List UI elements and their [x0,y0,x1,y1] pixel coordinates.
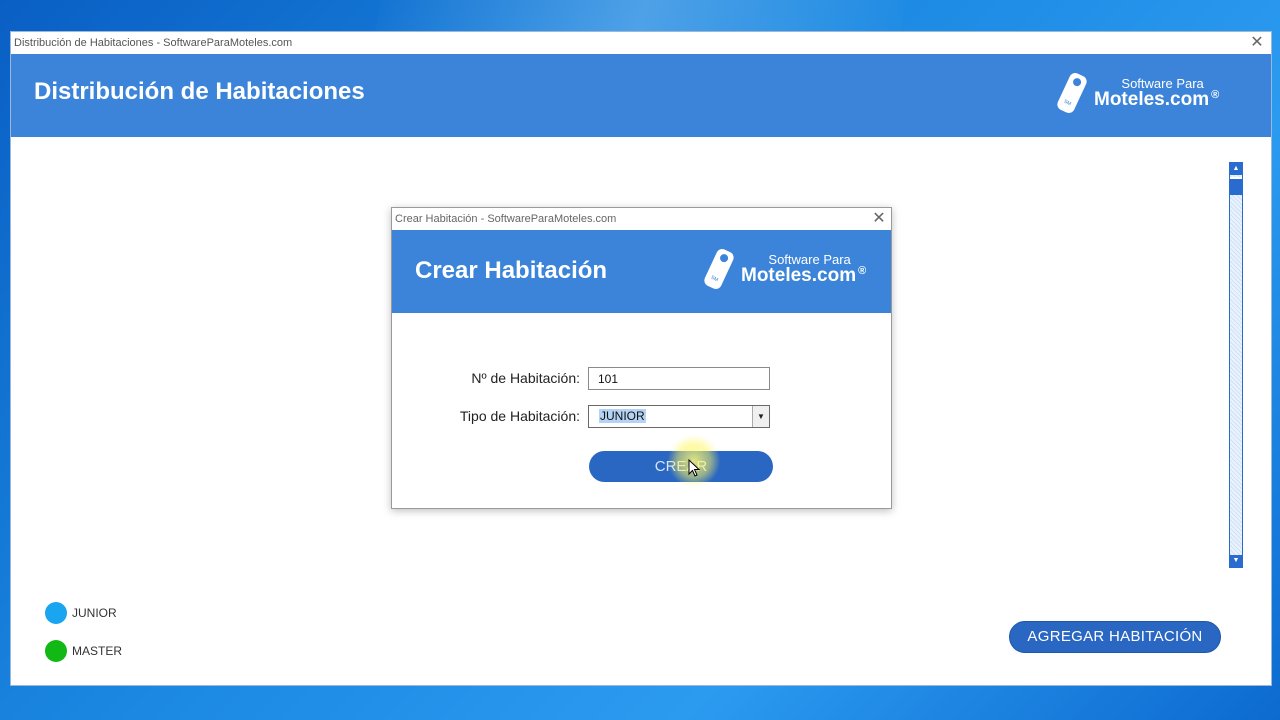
vertical-scrollbar[interactable]: ▲ ▼ [1229,162,1243,568]
legend-label: MASTER [72,644,123,658]
dialog-brand-logo: SM Software Para Moteles.com ® [701,247,866,291]
create-room-button[interactable]: CREAR [589,451,773,482]
main-header: Distribución de Habitaciones SM Software… [11,54,1271,137]
dialog-window-title: Crear Habitación - SoftwareParaMoteles.c… [395,213,617,225]
door-hanger-logo-icon: SM [704,249,734,289]
dialog-title: Crear Habitación [415,257,608,284]
registered-mark: ® [1211,89,1220,101]
add-room-button[interactable]: AGREGAR HABITACIÓN [1009,621,1221,653]
page-title: Distribución de Habitaciones [34,78,365,105]
scroll-down-icon[interactable]: ▼ [1230,555,1242,567]
registered-mark: ® [858,265,867,277]
main-window-title: Distribución de Habitaciones - SoftwareP… [14,37,293,49]
room-number-label: Nº de Habitación: [471,370,580,386]
room-type-selected-value: JUNIOR [599,409,646,423]
dialog-titlebar: Crear Habitación - SoftwareParaMoteles.c… [392,208,891,230]
scroll-thumb[interactable] [1230,177,1242,195]
main-titlebar: Distribución de Habitaciones - SoftwareP… [11,32,1271,54]
main-close-icon[interactable]: ✕ [1249,32,1265,54]
master-color-dot [45,640,67,662]
logo-line2: Moteles.com [1094,89,1210,110]
create-room-dialog: Crear Habitación - SoftwareParaMoteles.c… [391,207,892,509]
junior-color-dot [45,602,67,624]
mouse-pointer-icon [688,459,700,477]
logo-line2: Moteles.com [741,265,857,286]
room-number-input[interactable] [588,367,770,390]
door-hanger-logo-icon: SM [1057,73,1087,113]
legend-item-master: MASTER [45,640,122,662]
dropdown-arrow-icon[interactable]: ▼ [752,406,769,427]
dialog-header: Crear Habitación SM Software Para Motele… [392,230,891,313]
brand-logo: SM Software Para Moteles.com ® [1054,71,1219,115]
dialog-close-icon[interactable]: ✕ [871,208,887,230]
room-type-select[interactable]: JUNIOR ▼ [588,405,770,428]
legend-item-junior: JUNIOR [45,602,117,624]
legend-label: JUNIOR [72,606,117,620]
scroll-up-icon[interactable]: ▲ [1230,163,1242,175]
room-type-label: Tipo de Habitación: [459,408,580,424]
